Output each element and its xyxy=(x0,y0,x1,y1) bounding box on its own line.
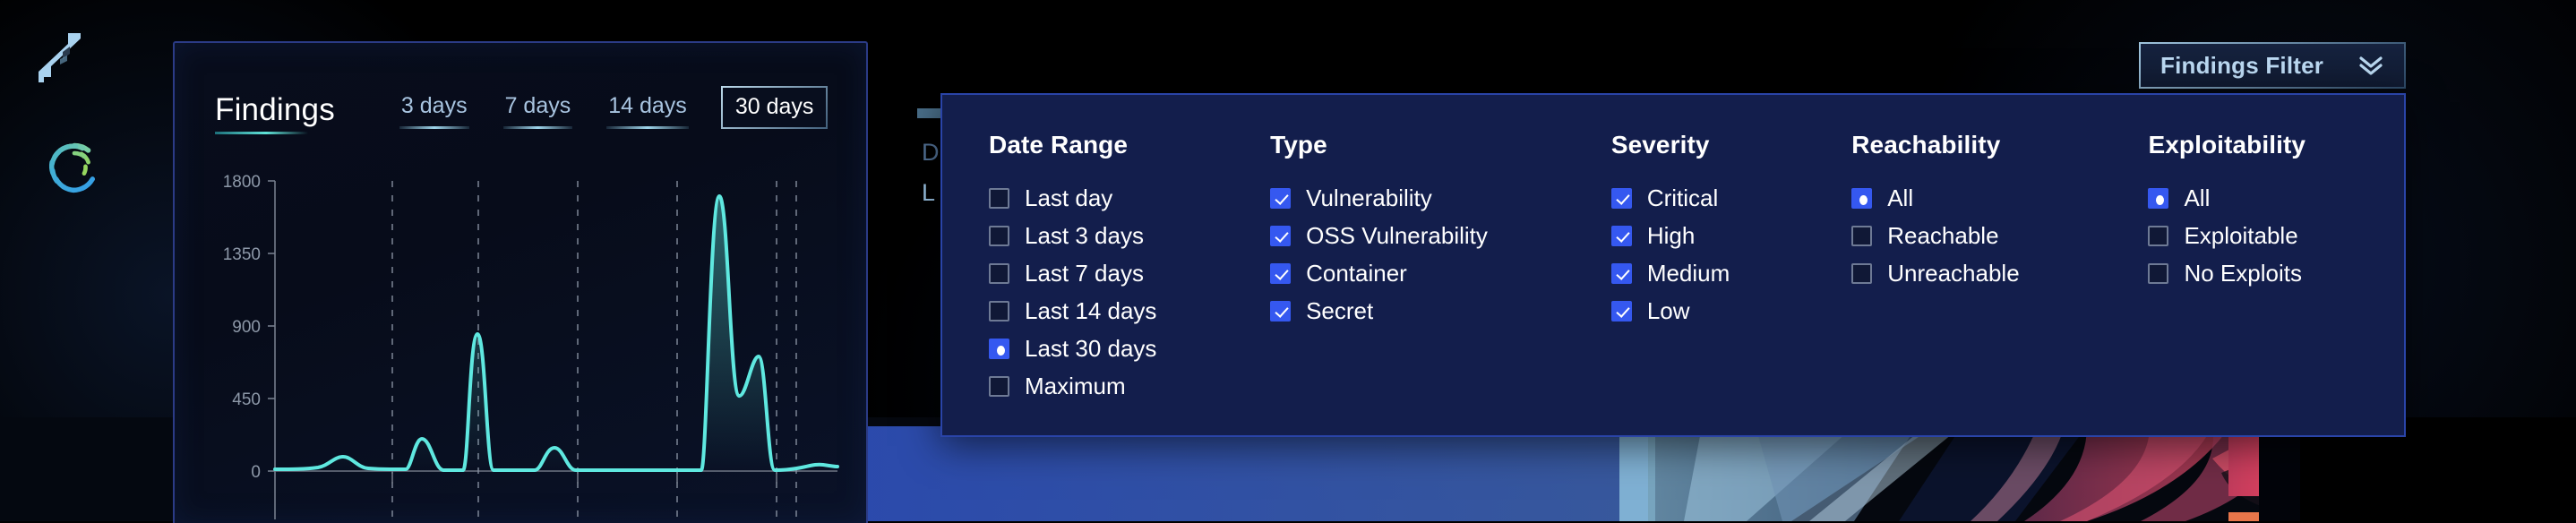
filter-column-type: Type Vulnerability OSS Vulnerability Con… xyxy=(1270,131,1611,435)
findings-filter-label: Findings Filter xyxy=(2160,51,2324,79)
filter-option-last-7-days[interactable]: Last 7 days xyxy=(989,254,1270,292)
angular-brand-mark-icon xyxy=(39,33,81,82)
checkbox-oss-vulnerability[interactable] xyxy=(1270,225,1292,246)
filter-option-oss-vulnerability[interactable]: OSS Vulnerability xyxy=(1270,217,1611,254)
filter-option-last-day[interactable]: Last day xyxy=(989,179,1270,217)
filter-option-unreachable[interactable]: Unreachable xyxy=(1851,254,2148,292)
filter-option-label: Medium xyxy=(1646,259,1730,287)
filter-option-container[interactable]: Container xyxy=(1270,254,1611,292)
filter-column-title: Date Range xyxy=(989,131,1129,159)
svg-text:0: 0 xyxy=(251,463,261,482)
filter-option-label: All xyxy=(1887,184,1914,211)
filter-column-reachability: Reachability All Reachable Unreachable xyxy=(1851,131,2148,435)
filter-column-severity: Severity Critical High Medium Low xyxy=(1610,131,1851,435)
filter-option-last-30-days[interactable]: Last 30 days xyxy=(989,330,1270,367)
filter-option-medium[interactable]: Medium xyxy=(1610,254,1851,292)
filter-option-high[interactable]: High xyxy=(1610,217,1851,254)
checkbox-container[interactable] xyxy=(1270,262,1292,284)
radio-unreachable[interactable] xyxy=(1851,262,1873,284)
checkbox-critical[interactable] xyxy=(1610,187,1632,209)
radio-reachability-all[interactable] xyxy=(1851,187,1873,209)
filter-option-label: Maximum xyxy=(1025,372,1126,399)
filter-option-label: No Exploits xyxy=(2184,259,2302,287)
range-tab-30-days[interactable]: 30 days xyxy=(720,86,829,129)
filter-option-vulnerability[interactable]: Vulnerability xyxy=(1270,179,1611,217)
range-tab-14-days[interactable]: 14 days xyxy=(605,87,691,129)
filter-option-critical[interactable]: Critical xyxy=(1610,179,1851,217)
chart-y-axis-labels: 1800 1350 900 450 0 xyxy=(223,173,261,482)
filter-option-label: Last 3 days xyxy=(1025,221,1144,249)
filter-option-last-14-days[interactable]: Last 14 days xyxy=(989,292,1270,330)
filter-option-exploitable[interactable]: Exploitable xyxy=(2148,217,2404,254)
filter-column-title: Exploitability xyxy=(2148,131,2306,159)
filter-option-label: Critical xyxy=(1646,184,1719,211)
filter-option-label: OSS Vulnerability xyxy=(1306,221,1488,249)
filter-option-label: Container xyxy=(1306,259,1407,287)
svg-text:900: 900 xyxy=(232,318,261,337)
filter-option-no-exploits[interactable]: No Exploits xyxy=(2148,254,2404,292)
findings-card-header: Findings 3 days 7 days 14 days 30 days xyxy=(175,43,866,134)
range-tab-7-days[interactable]: 7 days xyxy=(502,87,575,129)
filter-option-label: High xyxy=(1646,221,1696,249)
filter-option-exploitability-all[interactable]: All xyxy=(2148,179,2404,217)
filter-option-secret[interactable]: Secret xyxy=(1270,292,1611,330)
filter-option-reachable[interactable]: Reachable xyxy=(1851,217,2148,254)
obscured-label-secondary: L xyxy=(922,179,936,206)
filter-option-label: Vulnerability xyxy=(1306,184,1432,211)
filter-option-label: Last 7 days xyxy=(1025,259,1144,287)
checkbox-medium[interactable] xyxy=(1610,262,1632,284)
filter-option-label: Exploitable xyxy=(2184,221,2298,249)
radio-reachable[interactable] xyxy=(1851,225,1873,246)
radio-maximum[interactable] xyxy=(989,375,1009,397)
radio-last-14-days[interactable] xyxy=(989,300,1009,322)
filter-column-title: Severity xyxy=(1610,131,1710,159)
obscured-label-primary: D xyxy=(922,139,940,166)
spiral-brand-mark-icon xyxy=(48,142,96,193)
radio-last-7-days[interactable] xyxy=(989,262,1009,284)
findings-line-chart: 1800 1350 900 450 0 xyxy=(175,161,866,519)
filter-option-label: Low xyxy=(1646,296,1690,324)
radio-last-30-days[interactable] xyxy=(989,338,1009,359)
radio-last-3-days[interactable] xyxy=(989,225,1009,246)
checkbox-secret[interactable] xyxy=(1270,300,1292,322)
filter-option-label: All xyxy=(2184,184,2211,211)
filter-option-label: Reachable xyxy=(1887,221,1999,249)
svg-text:450: 450 xyxy=(232,390,261,409)
filter-option-label: Last 14 days xyxy=(1025,296,1157,324)
chart-x-axis-ticks xyxy=(391,471,777,484)
page-title: Findings xyxy=(215,94,335,134)
filter-option-maximum[interactable]: Maximum xyxy=(989,367,1270,405)
chart-area-fill xyxy=(275,195,837,471)
filter-column-title: Reachability xyxy=(1851,131,2001,159)
filter-option-label: Last day xyxy=(1025,184,1113,211)
radio-exploitability-all[interactable] xyxy=(2148,187,2169,209)
findings-filter-button[interactable]: Findings Filter xyxy=(2139,42,2406,89)
filter-column-date-range: Date Range Last day Last 3 days Last 7 d… xyxy=(989,131,1270,435)
checkbox-vulnerability[interactable] xyxy=(1270,187,1292,209)
filter-option-label: Unreachable xyxy=(1887,259,2020,287)
range-tab-group: 3 days 7 days 14 days 30 days xyxy=(398,86,829,134)
radio-last-day[interactable] xyxy=(989,187,1009,209)
double-chevron-down-icon[interactable] xyxy=(2357,54,2384,77)
checkbox-low[interactable] xyxy=(1610,300,1632,322)
radio-exploitable[interactable] xyxy=(2148,225,2169,246)
svg-text:1350: 1350 xyxy=(223,245,261,264)
filter-column-exploitability: Exploitability All Exploitable No Exploi… xyxy=(2148,131,2404,435)
findings-filter-panel: Date Range Last day Last 3 days Last 7 d… xyxy=(940,93,2406,437)
radio-no-exploits[interactable] xyxy=(2148,262,2169,284)
filter-option-label: Secret xyxy=(1306,296,1374,324)
filter-option-last-3-days[interactable]: Last 3 days xyxy=(989,217,1270,254)
range-tab-3-days[interactable]: 3 days xyxy=(398,87,471,129)
filter-column-title: Type xyxy=(1270,131,1327,159)
filter-option-reachability-all[interactable]: All xyxy=(1851,179,2148,217)
svg-text:1800: 1800 xyxy=(223,173,261,192)
filter-option-low[interactable]: Low xyxy=(1610,292,1851,330)
checkbox-high[interactable] xyxy=(1610,225,1632,246)
findings-card: Findings 3 days 7 days 14 days 30 days 1… xyxy=(173,41,868,523)
filter-option-label: Last 30 days xyxy=(1025,334,1157,362)
